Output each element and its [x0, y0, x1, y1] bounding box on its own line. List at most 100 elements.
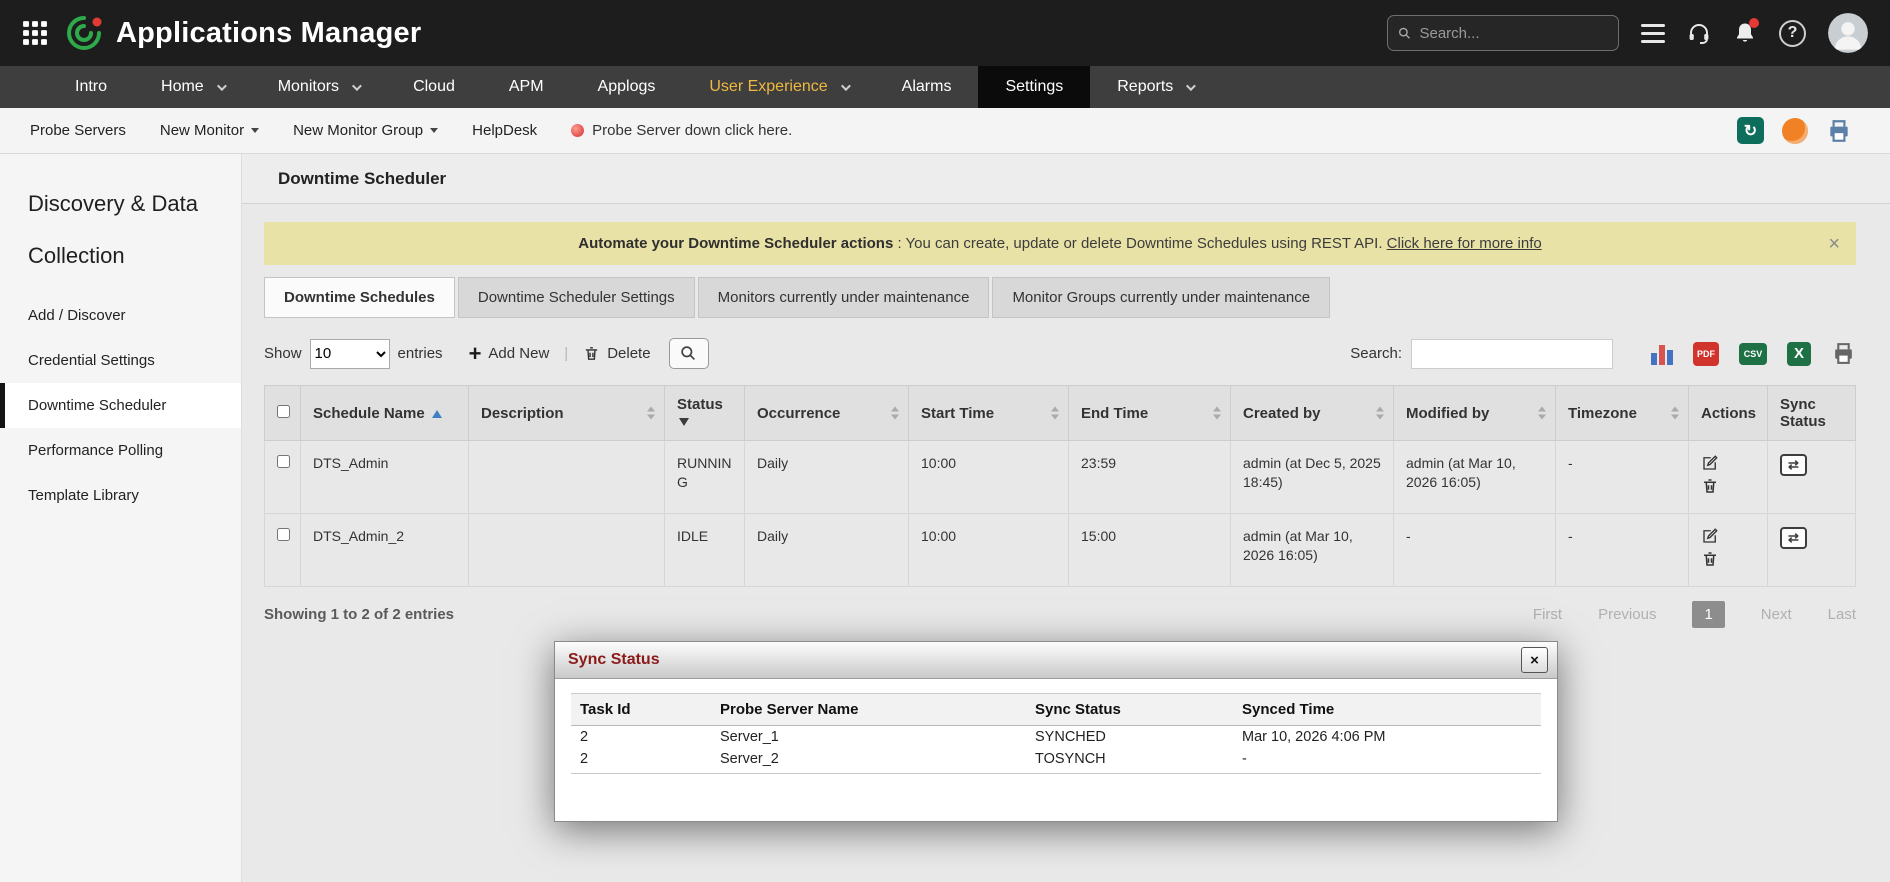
banner-close-icon[interactable]: ×: [1828, 234, 1840, 254]
row-checkbox[interactable]: [277, 528, 290, 541]
menu-icon[interactable]: [1641, 24, 1665, 43]
nav-item-reports[interactable]: Reports: [1090, 66, 1220, 108]
subnav-helpdesk[interactable]: HelpDesk: [472, 122, 537, 139]
nav-item-settings[interactable]: Settings: [978, 66, 1090, 108]
nav-item-user-experience[interactable]: User Experience: [682, 66, 874, 108]
export-icons: PDF CSV X: [1651, 341, 1856, 366]
end-time-cell: 15:00: [1069, 513, 1231, 586]
subnav-label: New Monitor: [160, 122, 244, 139]
user-avatar[interactable]: [1828, 13, 1868, 53]
chevron-down-icon: [841, 81, 851, 91]
separator: |: [564, 345, 568, 362]
pagination-first[interactable]: First: [1533, 606, 1562, 623]
synced-time-cell: Mar 10, 2026 4:06 PM: [1233, 726, 1541, 749]
entries-select[interactable]: 10: [310, 339, 390, 369]
nav-item-applogs[interactable]: Applogs: [571, 66, 683, 108]
sync-status-cell: TOSYNCH: [1026, 748, 1233, 774]
nav-label: Applogs: [598, 78, 656, 96]
print-table-icon[interactable]: [1831, 341, 1856, 366]
nav-item-apm[interactable]: APM: [482, 66, 571, 108]
apps-grid-icon[interactable]: [22, 20, 48, 46]
status-cell: RUNNING: [665, 441, 745, 514]
subnav-new-monitor-group[interactable]: New Monitor Group: [293, 122, 438, 139]
main-nav: Intro Home Monitors Cloud APM Applogs Us…: [0, 66, 1890, 108]
sort-asc-icon: [432, 410, 442, 418]
column-label: Timezone: [1568, 405, 1637, 422]
pagination-last[interactable]: Last: [1828, 606, 1856, 623]
table-row: DTS_Admin_2 IDLE Daily 10:00 15:00 admin…: [265, 513, 1856, 586]
table-search-button[interactable]: [669, 338, 709, 369]
notifications-bell-icon[interactable]: [1733, 21, 1757, 45]
column-header-occurrence[interactable]: Occurrence: [745, 386, 909, 441]
table-row: DTS_Admin RUNNING Daily 10:00 23:59 admi…: [265, 441, 1856, 514]
column-header-end-time[interactable]: End Time: [1069, 386, 1231, 441]
export-pdf-icon[interactable]: PDF: [1693, 342, 1719, 366]
tab-downtime-schedules[interactable]: Downtime Schedules: [264, 277, 455, 318]
column-header-status[interactable]: Status: [665, 386, 745, 441]
page-title: Downtime Scheduler: [242, 154, 1890, 204]
sidebar-item-downtime-scheduler[interactable]: Downtime Scheduler: [0, 383, 241, 428]
chevron-down-icon: [352, 81, 362, 91]
modal-header[interactable]: Sync Status ×: [555, 642, 1557, 679]
subnav-new-monitor[interactable]: New Monitor: [160, 122, 259, 139]
delete-button[interactable]: Delete: [583, 345, 650, 362]
tab-monitors-under-maintenance[interactable]: Monitors currently under maintenance: [698, 277, 990, 318]
nav-item-alarms[interactable]: Alarms: [875, 66, 979, 108]
column-header-start-time[interactable]: Start Time: [909, 386, 1069, 441]
export-excel-icon[interactable]: X: [1787, 342, 1811, 366]
global-search-input[interactable]: [1419, 25, 1608, 42]
banner-more-info-link[interactable]: Click here for more info: [1387, 235, 1542, 252]
column-header-description[interactable]: Description: [469, 386, 665, 441]
start-time-cell: 10:00: [909, 513, 1069, 586]
subnav-probe-servers[interactable]: Probe Servers: [30, 122, 126, 139]
nav-item-intro[interactable]: Intro: [48, 66, 134, 108]
sync-status-icon[interactable]: ⇄: [1780, 527, 1807, 549]
modal-table-row: 2 Server_1 SYNCHED Mar 10, 2026 4:06 PM: [571, 726, 1541, 749]
probe-server-down-alert[interactable]: Probe Server down click here.: [571, 122, 792, 139]
created-by-cell: admin (at Mar 10, 2026 16:05): [1231, 513, 1394, 586]
sidebar-item-credential-settings[interactable]: Credential Settings: [0, 338, 241, 383]
nav-label: Alarms: [902, 78, 952, 96]
pagination: First Previous 1 Next Last: [1533, 601, 1856, 628]
tab-monitor-groups-under-maintenance[interactable]: Monitor Groups currently under maintenan…: [992, 277, 1330, 318]
column-header-created-by[interactable]: Created by: [1231, 386, 1394, 441]
delete-icon[interactable]: [1701, 477, 1719, 495]
column-header-schedule-name[interactable]: Schedule Name: [301, 386, 469, 441]
sidebar-item-add-discover[interactable]: Add / Discover: [0, 293, 241, 338]
nav-item-monitors[interactable]: Monitors: [251, 66, 386, 108]
probe-server-name-cell: Server_2: [711, 748, 1026, 774]
manageengine-logo-icon[interactable]: [1782, 118, 1808, 144]
edit-icon[interactable]: [1701, 454, 1719, 472]
export-csv-icon[interactable]: CSV: [1739, 343, 1767, 365]
table-header-row: Schedule Name Description Status Occurre…: [265, 386, 1856, 441]
tab-downtime-scheduler-settings[interactable]: Downtime Scheduler Settings: [458, 277, 695, 318]
modal-close-button[interactable]: ×: [1521, 647, 1548, 673]
pagination-page-1[interactable]: 1: [1692, 601, 1724, 628]
print-page-icon[interactable]: [1826, 118, 1852, 144]
column-label: Occurrence: [757, 405, 840, 422]
select-all-checkbox[interactable]: [277, 405, 290, 418]
row-checkbox[interactable]: [277, 455, 290, 468]
pagination-next[interactable]: Next: [1761, 606, 1792, 623]
column-label: Actions: [1701, 405, 1756, 422]
table-footer: Showing 1 to 2 of 2 entries First Previo…: [264, 601, 1856, 628]
chart-report-icon[interactable]: [1651, 343, 1673, 365]
delete-icon[interactable]: [1701, 550, 1719, 568]
edit-icon[interactable]: [1701, 527, 1719, 545]
help-icon[interactable]: ?: [1779, 20, 1806, 47]
global-search[interactable]: [1387, 15, 1619, 51]
column-header-timezone[interactable]: Timezone: [1556, 386, 1689, 441]
sidebar: Discovery & Data Collection Add / Discov…: [0, 154, 242, 882]
nav-item-cloud[interactable]: Cloud: [386, 66, 482, 108]
sync-status-icon[interactable]: ⇄: [1780, 454, 1807, 476]
add-new-button[interactable]: + Add New: [469, 343, 550, 365]
pagination-previous[interactable]: Previous: [1598, 606, 1656, 623]
modal-column-task-id: Task Id: [571, 694, 711, 726]
update-manager-icon[interactable]: ↻: [1737, 117, 1764, 144]
sidebar-item-performance-polling[interactable]: Performance Polling: [0, 428, 241, 473]
column-header-modified-by[interactable]: Modified by: [1394, 386, 1556, 441]
table-search-input[interactable]: [1411, 339, 1613, 369]
support-headset-icon[interactable]: [1687, 21, 1711, 45]
nav-item-home[interactable]: Home: [134, 66, 251, 108]
sidebar-item-template-library[interactable]: Template Library: [0, 473, 241, 518]
